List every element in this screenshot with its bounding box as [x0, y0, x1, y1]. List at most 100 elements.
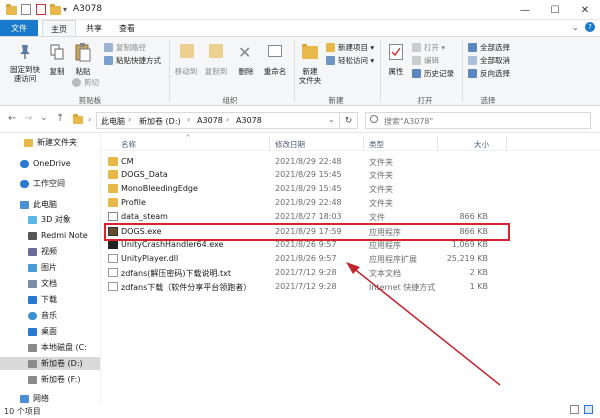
column-header-size[interactable]: 大小 — [474, 139, 489, 150]
refresh-button[interactable]: ↻ — [340, 112, 358, 129]
nav-label: 文档 — [41, 279, 57, 288]
tab-file[interactable]: 文件 — [0, 20, 38, 36]
edit-button[interactable]: 编辑 — [412, 55, 439, 66]
file-date: 2021/8/29 15:45 — [275, 184, 342, 193]
column-separator[interactable] — [506, 136, 507, 150]
nav-item-desktop[interactable]: 桌面 — [0, 325, 100, 338]
file-name: UnityPlayer.dll — [121, 254, 179, 263]
nav-label: 图片 — [41, 263, 57, 272]
folder-icon — [108, 170, 118, 179]
file-row[interactable]: CM 2021/8/29 22:48 文件夹 — [101, 155, 600, 168]
nav-item-drive-d[interactable]: 新加卷 (D:) — [0, 357, 100, 370]
column-separator[interactable] — [269, 136, 270, 150]
properties-icon[interactable] — [21, 4, 31, 15]
open-label: 打开 ▾ — [424, 43, 446, 52]
delete-button[interactable]: 删除 — [234, 67, 258, 76]
new-item-button[interactable]: 新建项目 ▾ — [326, 42, 374, 53]
paste-button[interactable]: 粘贴 — [72, 67, 94, 76]
select-all-button[interactable]: 全部选择 — [468, 42, 510, 53]
details-view-icon[interactable] — [570, 405, 579, 414]
column-header-date[interactable]: 修改日期 — [275, 139, 305, 150]
close-button[interactable]: ✕ — [570, 0, 600, 20]
cut-button[interactable]: 剪切 — [72, 77, 99, 88]
file-row[interactable]: MonoBleedingEdge 2021/8/29 15:45 文件夹 — [101, 182, 600, 195]
help-icon[interactable]: ? — [585, 22, 595, 32]
folder-icon — [108, 198, 118, 207]
column-separator[interactable] — [363, 136, 364, 150]
open-group-label: 打开 — [417, 96, 433, 105]
picture-icon — [28, 263, 37, 272]
breadcrumb-drive-d[interactable]: 新加卷 (D:) — [139, 116, 181, 127]
paste-shortcut-button[interactable]: 粘贴快捷方式 — [104, 55, 161, 66]
up-button[interactable]: ↑ — [56, 113, 64, 124]
large-icons-view-icon[interactable] — [584, 405, 593, 414]
file-row[interactable]: DOGS_Data 2021/8/29 15:45 文件夹 — [101, 168, 600, 181]
nav-item-workspace[interactable]: 工作空间 — [0, 177, 100, 190]
tab-share[interactable]: 共享 — [78, 20, 110, 36]
minimize-button[interactable]: — — [510, 0, 540, 20]
nav-item-pictures[interactable]: 图片 — [0, 261, 100, 274]
forward-button[interactable]: → — [24, 113, 32, 124]
select-none-icon — [468, 56, 477, 65]
file-size: 1,069 KB — [451, 240, 488, 249]
pin-quick-access-button[interactable]: 固定到快 速访问 — [4, 65, 46, 83]
column-header-type[interactable]: 类型 — [369, 139, 384, 150]
address-dropdown-icon[interactable]: ⌄ — [328, 115, 335, 124]
qat-dropdown-icon[interactable]: ▾ — [63, 5, 67, 14]
easy-access-button[interactable]: 轻松访问 ▾ — [326, 55, 374, 66]
file-row[interactable]: data_steam 2021/8/27 18:03 文件 866 KB — [101, 210, 600, 223]
item-count: 10 个项目 — [4, 407, 41, 416]
nav-item-documents[interactable]: 文档 — [0, 277, 100, 290]
properties-button[interactable]: 属性 — [384, 67, 408, 76]
back-button[interactable]: ← — [8, 113, 16, 124]
tab-view[interactable]: 查看 — [110, 20, 144, 36]
tab-home[interactable]: 主页 — [42, 20, 76, 37]
open-button[interactable]: 打开 ▾ — [412, 42, 445, 53]
music-icon — [28, 311, 37, 320]
breadcrumb-a3078-current[interactable]: A3078 — [236, 116, 262, 125]
delete-icon: ✕ — [238, 43, 252, 62]
move-to-button[interactable]: 移动到 — [172, 67, 200, 76]
nav-item-3d-objects[interactable]: 3D 对象 — [0, 213, 100, 226]
new-folder-icon[interactable] — [50, 4, 61, 15]
select-none-button[interactable]: 全部取消 — [468, 55, 510, 66]
nav-item-drive-f[interactable]: 新加卷 (F:) — [0, 373, 100, 386]
column-header-name[interactable]: 名称 — [121, 139, 136, 150]
file-date: 2021/8/27 18:03 — [275, 212, 342, 221]
invert-selection-button[interactable]: 反向选择 — [468, 68, 510, 79]
copy-to-button[interactable]: 复制到 — [202, 67, 230, 76]
copy-path-icon — [104, 43, 113, 52]
search-input[interactable]: 搜索"A3078" — [365, 112, 591, 129]
nav-item-videos[interactable]: 视频 — [0, 245, 100, 258]
nav-item-redmi-note[interactable]: Redmi Note — [0, 229, 100, 242]
copy-path-label: 复制路径 — [116, 43, 146, 52]
copy-path-button[interactable]: 复制路径 — [104, 42, 146, 53]
maximize-button[interactable]: ☐ — [540, 0, 570, 20]
breadcrumb-a3078[interactable]: A3078 — [197, 116, 223, 125]
file-type: 应用程序 — [369, 241, 401, 250]
column-separator[interactable] — [437, 136, 438, 150]
copy-button[interactable]: 复制 — [46, 67, 68, 76]
select-group-label: 选择 — [480, 96, 496, 105]
ribbon-divider — [380, 40, 381, 102]
chevron-right-icon: › — [88, 115, 92, 124]
breadcrumb-this-pc[interactable]: 此电脑 — [101, 116, 125, 127]
nav-item-music[interactable]: 音乐 — [0, 309, 100, 322]
nav-item-downloads[interactable]: 下载 — [0, 293, 100, 306]
file-row[interactable]: Profile 2021/8/29 22:48 文件夹 — [101, 196, 600, 209]
nav-label: 新加卷 (F:) — [41, 375, 81, 384]
nav-item-onedrive[interactable]: OneDrive — [0, 157, 100, 170]
history-button[interactable]: 历史记录 — [412, 68, 454, 79]
new-folder-big-icon — [302, 44, 318, 59]
new-folder-button[interactable]: 新建 文件夹 — [294, 67, 326, 85]
annotation-arrow — [346, 262, 501, 386]
nav-item-drive-c[interactable]: 本地磁盘 (C: — [0, 341, 100, 354]
recent-locations-button[interactable]: ⌄ — [40, 113, 48, 123]
nav-item-new-folder[interactable]: 新建文件夹 — [0, 136, 100, 149]
quick-check-icon[interactable] — [36, 4, 46, 15]
cloud-icon — [20, 179, 29, 188]
nav-item-this-pc[interactable]: 此电脑 — [0, 198, 100, 211]
ribbon-collapse-icon[interactable]: ⌄ — [572, 23, 579, 32]
rename-button[interactable]: 重命名 — [260, 67, 290, 76]
nav-label: 新建文件夹 — [37, 138, 77, 147]
